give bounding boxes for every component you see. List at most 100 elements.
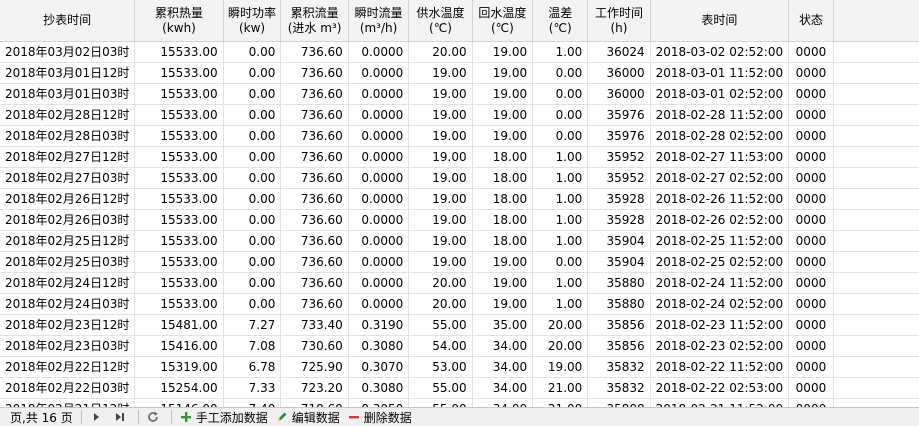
table-cell: 15533.00 xyxy=(134,209,224,231)
table-cell: 2018年02月25日03时 xyxy=(0,251,136,273)
table-cell: 21.00 xyxy=(532,377,589,399)
refresh-button[interactable] xyxy=(143,408,167,426)
row-filler xyxy=(833,293,919,315)
table-cell: 7.08 xyxy=(223,335,282,357)
column-header-label: 瞬时功率 xyxy=(228,5,277,20)
refresh-icon xyxy=(147,411,159,423)
table-cell: 2018-02-26 02:52:00 xyxy=(650,209,790,231)
table-cell: 15533.00 xyxy=(134,104,224,126)
table-row[interactable]: 2018年02月28日03时 15533.00 0.00 736.60 0.0000 19… xyxy=(0,125,919,147)
next-page-button[interactable] xyxy=(86,408,110,426)
table-row[interactable]: 2018年03月01日03时 15533.00 0.00 736.60 0.0000 19… xyxy=(0,83,919,105)
table-cell: 1.00 xyxy=(532,146,589,168)
table-row[interactable]: 2018年02月25日03时 15533.00 0.00 736.60 0.0000 19… xyxy=(0,251,919,273)
table-row[interactable]: 2018年02月27日03时 15533.00 0.00 736.60 0.0000 19… xyxy=(0,167,919,189)
column-header[interactable]: 累积流量 (进水 m³) xyxy=(280,0,349,42)
table-cell: 0.00 xyxy=(223,125,282,147)
delete-data-button[interactable]: 删除数据 xyxy=(344,408,416,426)
table-cell: 0000 xyxy=(788,398,834,407)
row-filler xyxy=(833,399,919,408)
table-cell: 2018年02月24日12时 xyxy=(0,272,136,294)
column-header[interactable]: 供水温度 (℃) xyxy=(408,0,473,42)
table-cell: 736.60 xyxy=(280,83,349,105)
table-cell: 15416.00 xyxy=(134,335,224,357)
table-cell: 1.00 xyxy=(532,209,589,231)
table-cell: 35808 xyxy=(587,398,651,407)
table-cell: 35952 xyxy=(587,167,651,189)
delete-icon xyxy=(348,411,360,423)
column-header[interactable]: 状态 xyxy=(788,0,834,42)
table-cell: 15319.00 xyxy=(134,356,224,378)
row-filler xyxy=(833,188,919,210)
column-header-label: 温差 xyxy=(548,5,573,20)
column-header-label: 瞬时流量 xyxy=(354,5,403,20)
toolbar-separator xyxy=(137,410,139,424)
table-cell: 0.00 xyxy=(223,167,282,189)
table-row[interactable]: 2018年02月23日12时 15481.00 7.27 733.40 0.3190 55… xyxy=(0,314,919,336)
column-header-unit: (℃) xyxy=(548,20,572,35)
table-cell: 35952 xyxy=(587,146,651,168)
table-row[interactable]: 2018年03月01日12时 15533.00 0.00 736.60 0.0000 19… xyxy=(0,62,919,84)
table-cell: 0.0000 xyxy=(348,104,410,126)
table-cell: 725.90 xyxy=(280,356,349,378)
column-header-unit: (进水 m³) xyxy=(287,20,342,35)
table-cell: 0000 xyxy=(788,125,834,147)
table-cell: 0.00 xyxy=(532,251,589,273)
edit-data-button[interactable]: 编辑数据 xyxy=(272,408,344,426)
table-cell: 15533.00 xyxy=(134,188,224,210)
column-header[interactable]: 抄表时间 xyxy=(0,0,136,42)
table-cell: 0.00 xyxy=(223,209,282,231)
table-row[interactable]: 2018年02月22日12时 15319.00 6.78 725.90 0.3070 53… xyxy=(0,356,919,378)
table-cell: 0.0000 xyxy=(348,83,410,105)
table-row[interactable]: 2018年02月22日03时 15254.00 7.33 723.20 0.3080 55… xyxy=(0,377,919,399)
table-cell: 736.60 xyxy=(280,209,349,231)
table-cell: 2018年02月22日03时 xyxy=(0,377,136,399)
table-row[interactable]: 2018年02月21日12时15146.007.40718.600.305055… xyxy=(0,398,919,408)
table-row[interactable]: 2018年02月24日03时 15533.00 0.00 736.60 0.0000 20… xyxy=(0,293,919,315)
table-cell: 0.0000 xyxy=(348,230,410,252)
table-cell: 736.60 xyxy=(280,188,349,210)
table-cell: 20.00 xyxy=(408,41,473,63)
page-info: 页,共 16 页 xyxy=(10,410,73,425)
column-header[interactable]: 回水温度 (℃) xyxy=(472,0,534,42)
table-cell: 15533.00 xyxy=(134,251,224,273)
table-cell: 1.00 xyxy=(532,167,589,189)
column-header[interactable]: 瞬时功率 (kw) xyxy=(223,0,282,42)
column-header[interactable]: 瞬时流量 (m³/h) xyxy=(348,0,410,42)
column-header[interactable]: 工作时间 (h) xyxy=(587,0,651,42)
column-header-unit: (h) xyxy=(610,20,628,35)
table-row[interactable]: 2018年02月27日12时 15533.00 0.00 736.60 0.0000 19… xyxy=(0,146,919,168)
add-data-button[interactable]: 手工添加数据 xyxy=(176,408,272,426)
table-cell: 0000 xyxy=(788,356,834,378)
table-row[interactable]: 2018年02月24日12时 15533.00 0.00 736.60 0.0000 20… xyxy=(0,272,919,294)
table-cell: 2018年02月21日12时 xyxy=(0,398,136,407)
column-header[interactable]: 温差 (℃) xyxy=(532,0,589,42)
table-cell: 0.0000 xyxy=(348,41,410,63)
table-row[interactable]: 2018年02月23日03时 15416.00 7.08 730.60 0.3080 54… xyxy=(0,335,919,357)
row-filler xyxy=(833,230,919,252)
table-cell: 19.00 xyxy=(472,293,534,315)
table-cell: 2018-03-02 02:52:00 xyxy=(650,41,790,63)
table-cell: 35928 xyxy=(587,188,651,210)
last-page-button[interactable] xyxy=(110,408,134,426)
table-row[interactable]: 2018年02月26日03时 15533.00 0.00 736.60 0.0000 19… xyxy=(0,209,919,231)
table-row[interactable]: 2018年02月25日12时 15533.00 0.00 736.60 0.0000 19… xyxy=(0,230,919,252)
column-header[interactable]: 表时间 xyxy=(650,0,790,42)
table-cell: 0000 xyxy=(788,293,834,315)
table-cell: 2018年02月28日03时 xyxy=(0,125,136,147)
table-cell: 18.00 xyxy=(472,146,534,168)
column-header[interactable]: 累积热量 (kwh) xyxy=(134,0,224,42)
table-cell: 2018年03月02日03时 xyxy=(0,41,136,63)
column-header-label: 供水温度 xyxy=(416,5,465,20)
table-cell: 0.0000 xyxy=(348,62,410,84)
table-row[interactable]: 2018年03月02日03时 15533.00 0.00 736.60 0.0000 20… xyxy=(0,41,919,63)
row-filler xyxy=(833,251,919,273)
row-filler xyxy=(833,209,919,231)
table-cell: 7.40 xyxy=(223,398,282,407)
table-cell: 18.00 xyxy=(472,230,534,252)
table-cell: 2018年02月24日03时 xyxy=(0,293,136,315)
table-cell: 736.60 xyxy=(280,230,349,252)
toolbar-separator xyxy=(80,410,82,424)
table-row[interactable]: 2018年02月28日12时 15533.00 0.00 736.60 0.0000 19… xyxy=(0,104,919,126)
table-row[interactable]: 2018年02月26日12时 15533.00 0.00 736.60 0.0000 19… xyxy=(0,188,919,210)
